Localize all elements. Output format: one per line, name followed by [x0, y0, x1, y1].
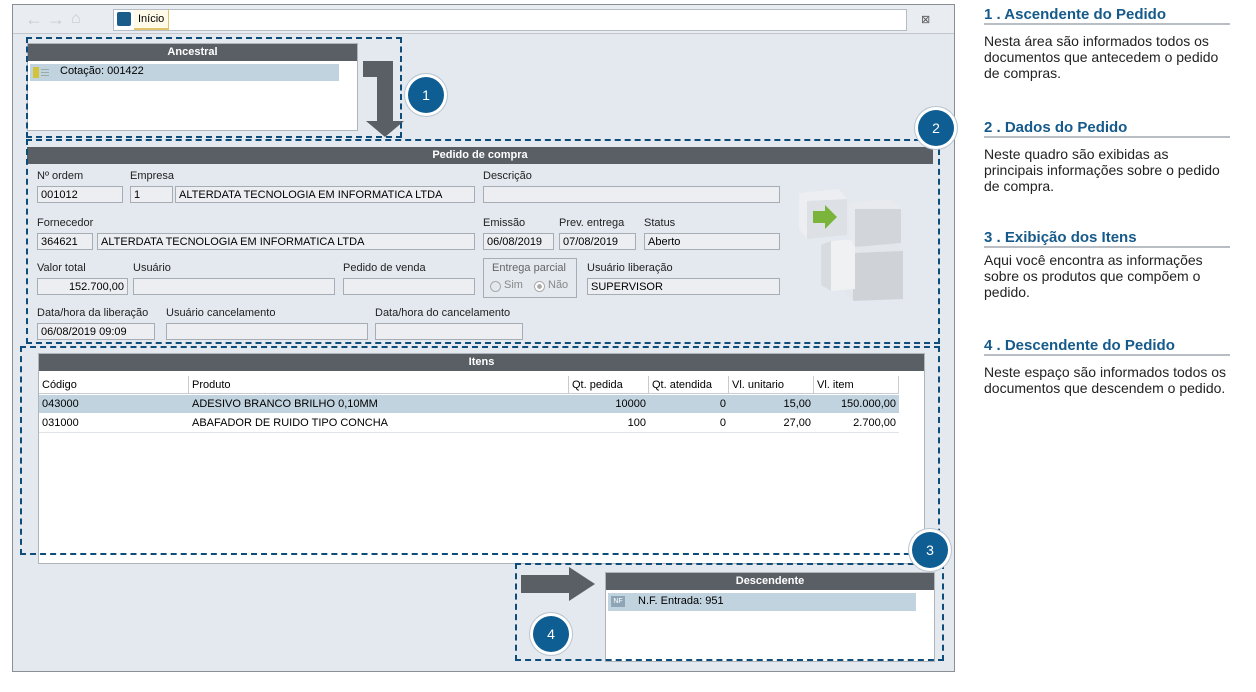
close-icon[interactable]: ⊠ — [921, 13, 930, 26]
forward-arrow-icon[interactable]: → — [47, 10, 65, 28]
sidebar-text-1: Nesta área são informados todos os docum… — [984, 33, 1219, 81]
sidebar-section-4: 4 . Descendente do Pedido Neste espaço s… — [984, 337, 1230, 396]
sidebar-title-1: 1 . Ascendente do Pedido — [984, 6, 1166, 23]
home-icon[interactable]: ⌂ — [71, 10, 81, 28]
address-bar[interactable]: Início — [113, 9, 907, 31]
highlight-ancestral — [26, 37, 402, 138]
sidebar-section-1: 1 . Ascendente do Pedido Nesta área são … — [984, 6, 1230, 81]
sidebar-text-2: Neste quadro são exibidas as principais … — [984, 146, 1220, 194]
sidebar-section-2: 2 . Dados do Pedido Neste quadro são exi… — [984, 119, 1230, 194]
home-tab-icon — [117, 12, 131, 26]
divider — [984, 354, 1230, 356]
highlight-descendente — [515, 563, 944, 661]
sidebar-text-4: Neste espaço são informados todos os doc… — [984, 364, 1227, 396]
back-arrow-icon[interactable]: ← — [25, 10, 43, 28]
sidebar-title-2: 2 . Dados do Pedido — [984, 119, 1128, 136]
sidebar-title-3: 3 . Exibição dos Itens — [984, 229, 1137, 246]
marker-2: 2 — [918, 110, 954, 146]
divider — [984, 23, 1230, 25]
highlight-itens — [20, 346, 940, 555]
toolbar: ← → ⌂ Início ⊠ — [13, 5, 954, 34]
sidebar-section-3: 3 . Exibição dos Itens Aqui você encontr… — [984, 229, 1230, 300]
marker-4: 4 — [533, 616, 569, 652]
divider — [984, 136, 1230, 138]
tab-inicio[interactable]: Início — [134, 10, 170, 30]
marker-1: 1 — [408, 77, 444, 113]
highlight-pedido — [26, 139, 940, 344]
sidebar-text-3: Aqui você encontra as informações sobre … — [984, 252, 1203, 300]
divider — [984, 246, 1230, 248]
marker-3: 3 — [912, 532, 948, 568]
sidebar-title-4: 4 . Descendente do Pedido — [984, 337, 1175, 354]
